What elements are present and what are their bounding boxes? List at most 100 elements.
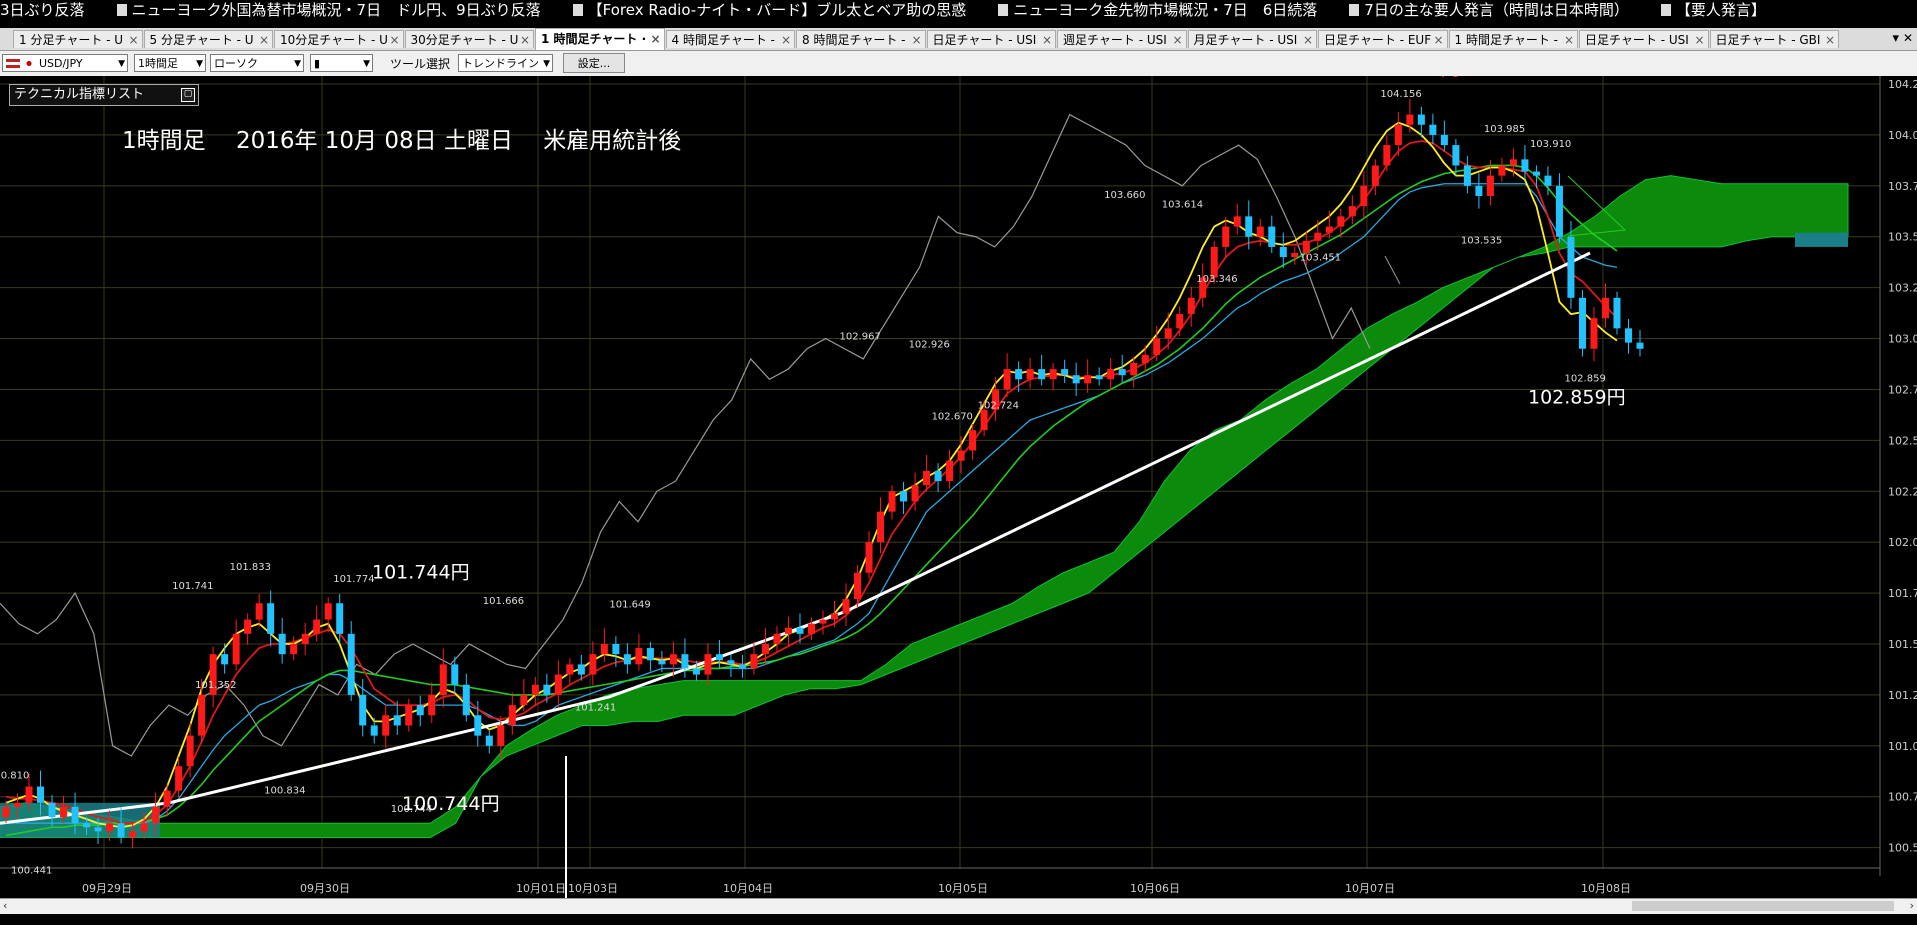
candle-body[interactable] [1187,297,1195,315]
news-item[interactable]: 【Forex Radio-ナイト・バード】ブル太とベア助の思惑 [567,1,966,19]
candle-body[interactable] [1371,165,1379,186]
candle-body[interactable] [48,802,56,818]
candle-body[interactable] [877,511,885,543]
candle-body[interactable] [1164,328,1172,339]
candle-body[interactable] [474,715,482,736]
candle-body[interactable] [25,786,33,803]
candle-body[interactable] [163,790,171,807]
tab-chart[interactable]: 1 時間足チャート - × [1448,30,1578,48]
candle-body[interactable] [1429,124,1437,135]
candle-body[interactable] [1463,165,1471,186]
tab-list-icon[interactable]: ▾ [1892,31,1899,46]
candle-body[interactable] [1049,369,1057,380]
candle-body[interactable] [71,806,79,824]
close-icon[interactable]: × [650,29,660,49]
candle-body[interactable] [1555,185,1563,237]
candle-body[interactable] [462,684,470,716]
candle-body[interactable] [1072,375,1080,384]
news-ticker[interactable]: 3日ぶり反落 ニューヨーク外国為替市場概況・7日 ドル円、9日ぶり反落 【Forex… [0,0,1917,20]
candle-body[interactable] [370,725,378,736]
candle-body[interactable] [347,633,355,695]
tab-chart[interactable]: 10分足チャート - U × [274,30,404,48]
tab-chart[interactable]: 日足チャート - USI × [926,30,1056,48]
candle-body[interactable] [1440,134,1448,146]
candle-body[interactable] [577,664,585,675]
candle-body[interactable] [612,644,620,655]
candle-body[interactable] [1061,369,1069,376]
candle-body[interactable] [129,831,137,838]
candle-body[interactable] [1532,171,1540,176]
candle-body[interactable] [508,705,516,726]
candle-body[interactable] [957,450,965,461]
close-all-icon[interactable]: ✕ [1903,31,1913,45]
scroll-right-icon[interactable]: › [1910,899,1914,912]
candle-body[interactable] [888,491,896,512]
close-icon[interactable]: × [389,31,399,48]
candle-body[interactable] [784,627,792,634]
candle-body[interactable] [244,619,252,634]
candle-body[interactable] [290,644,298,655]
candle-body[interactable] [1233,216,1241,227]
candle-body[interactable] [1544,175,1552,186]
close-icon[interactable]: × [1303,31,1313,48]
news-item[interactable]: 7日の主な要人発言（時間は日本時間） [1343,1,1629,19]
candle-body[interactable] [681,654,689,669]
candle-body[interactable] [1325,226,1333,233]
candle-body[interactable] [750,654,758,669]
candle-body[interactable] [324,603,332,620]
candle-body[interactable] [980,409,988,431]
candle-body[interactable] [198,694,206,736]
close-icon[interactable]: × [128,31,138,48]
tab-chart[interactable]: 30分足チャート - U × [404,30,534,48]
candle-body[interactable] [1452,145,1460,166]
candle-body[interactable] [278,633,286,655]
candle-body[interactable] [831,613,839,620]
candle-body[interactable] [1015,369,1023,380]
candle-body[interactable] [635,648,643,665]
candle-body[interactable] [497,725,505,746]
candle-body[interactable] [1417,114,1425,125]
candle-body[interactable] [1314,232,1322,241]
candle-body[interactable] [94,827,102,832]
candle-body[interactable] [301,633,309,644]
candle-body[interactable] [451,664,459,685]
candle-body[interactable] [1601,297,1609,319]
candle-body[interactable] [704,654,712,675]
candle-body[interactable] [1498,165,1506,176]
tab-chart[interactable]: 週足チャート - USI × [1057,30,1187,48]
chart-style-select[interactable]: ローソク ▼ [210,54,304,72]
settings-button[interactable]: 設定... [563,53,625,73]
candle-body[interactable] [1222,226,1230,247]
candle-body[interactable] [1302,240,1310,254]
candle-body[interactable] [83,823,91,828]
candle-body[interactable] [761,644,769,655]
candle-body[interactable] [1590,318,1598,349]
candle-body[interactable] [531,684,539,695]
candle-body[interactable] [646,648,654,661]
candle-body[interactable] [267,603,275,634]
candle-body[interactable] [416,705,424,716]
candle-body[interactable] [819,619,827,624]
collapse-icon[interactable]: ▢ [181,88,195,102]
candle-body[interactable] [393,715,401,726]
close-icon[interactable]: × [1433,31,1443,48]
indicator-list-panel[interactable]: テクニカル指標リスト ▢ [9,84,199,106]
candle-body[interactable] [1578,297,1586,349]
horizontal-scrollbar[interactable]: ‹ › [0,898,1917,914]
close-icon[interactable]: × [259,31,269,48]
candle-body[interactable] [1337,216,1345,227]
candle-body[interactable] [727,660,735,665]
tab-chart[interactable]: 1 分足チャート - U × [13,30,143,48]
candle-body[interactable] [140,823,148,832]
candle-body[interactable] [1095,375,1103,380]
candle-body[interactable] [796,627,804,634]
candle-body[interactable] [1084,375,1092,384]
candle-body[interactable] [106,823,114,832]
candle-body[interactable] [1475,185,1483,196]
candle-body[interactable] [1153,338,1161,355]
candle-body[interactable] [900,491,908,502]
candle-body[interactable] [117,823,125,838]
close-icon[interactable]: × [1172,31,1182,48]
candle-body[interactable] [1038,369,1046,380]
candle-body[interactable] [1256,226,1264,237]
